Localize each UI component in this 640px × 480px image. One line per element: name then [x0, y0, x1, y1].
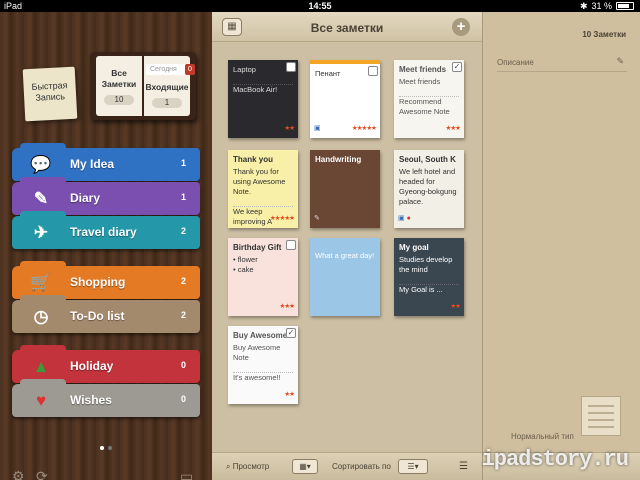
clock-icon: ◷ — [33, 307, 49, 326]
handwriting-icon: ✎ — [314, 215, 320, 222]
map-pin-icon: ▣ ● — [398, 215, 411, 222]
notes-panel: ▦ Все заметки + Laptop MacBook Air! ★★ П… — [212, 12, 482, 480]
all-notes-book[interactable]: Все Заметки 10 Входящие 1 Сегодня 0 — [90, 52, 196, 120]
notes-count: 10 Заметки — [582, 30, 626, 39]
attachment-icon: ▣ — [314, 125, 321, 132]
page-title: Все заметки — [310, 21, 384, 35]
notes-toolbar: ⌕ Просмотр ▦▾ Сортировать по ☰▾ ☰ — [212, 452, 482, 480]
sort-icon: ☰▾ — [407, 462, 419, 471]
rating-stars: ★★ — [450, 303, 461, 310]
note-card-pennant[interactable]: Пенант ▣ ★★★★★ — [310, 60, 380, 138]
note-card-handwriting[interactable]: Handwriting ✎ — [310, 150, 380, 228]
rating-stars: ★★★ — [445, 125, 462, 132]
view-mode-button[interactable]: ▦▾ — [292, 459, 318, 474]
note-card-birthday-gift[interactable]: Birthday Gift • flower • cake ★★★ — [228, 238, 298, 316]
battery-icon — [616, 2, 634, 10]
note-type-thumbnail[interactable] — [581, 396, 621, 436]
rating-stars: ★★★★★ — [269, 215, 295, 222]
inbox-count: 1 — [152, 98, 182, 108]
checkbox-checked[interactable]: ✓ — [452, 62, 462, 72]
note-card-meet-friends[interactable]: ✓ Meet friends Meet friends Recommend Aw… — [394, 60, 464, 138]
note-card-seoul[interactable]: Seoul, South K We left hotel and headed … — [394, 150, 464, 228]
checkbox[interactable] — [286, 240, 296, 250]
pen-icon: ✎ — [33, 189, 49, 208]
folder-icon[interactable]: ▭ — [180, 468, 193, 480]
tree-icon: ▲ — [32, 357, 50, 376]
sort-button[interactable]: ☰▾ — [398, 459, 428, 474]
note-card-great-day[interactable]: What a great day! — [310, 238, 380, 316]
folder-todo-list[interactable]: ◷ To-Do list 2 — [12, 295, 200, 333]
rating-stars: ★★ — [284, 125, 295, 132]
note-card-buy-awesome[interactable]: ✓ Buy Awesome Buy Awesome Note It's awes… — [228, 326, 298, 404]
sort-label: Сортировать по — [332, 462, 391, 471]
sync-icon[interactable]: ⟳ — [36, 468, 48, 480]
list-view-icon[interactable]: ☰ — [459, 461, 468, 472]
grid-icon: ▦▾ — [299, 462, 311, 471]
rating-stars: ★★★★★ — [351, 125, 377, 132]
rating-stars: ★★★ — [279, 303, 296, 310]
checkbox-checked[interactable]: ✓ — [286, 328, 296, 338]
cart-icon: 🛒 — [30, 273, 52, 292]
search-icon: ⌕ — [226, 462, 231, 471]
all-notes-count: 10 — [104, 95, 134, 105]
today-tab[interactable]: Сегодня — [146, 64, 190, 75]
airplane-icon: ✈ — [33, 223, 49, 242]
watermark: ipadstory.ru — [481, 447, 629, 472]
pencil-icon[interactable]: ✎ — [616, 56, 624, 67]
speech-bubble-icon: 💬 — [30, 155, 52, 174]
note-type-label: Нормальный тип — [511, 432, 574, 441]
description-field[interactable]: Описание — [497, 58, 627, 72]
add-note-button[interactable]: + — [452, 18, 470, 36]
bluetooth-icon: ✱ — [579, 1, 588, 11]
rating-stars: ★★ — [284, 391, 295, 398]
today-count: 0 — [185, 64, 195, 75]
note-card-thank-you[interactable]: Thank you Thank you for using Awesome No… — [228, 150, 298, 228]
note-card-my-goal[interactable]: My goal Studies develop the mind My Goal… — [394, 238, 464, 316]
checkbox[interactable] — [368, 66, 378, 76]
page-indicator — [100, 446, 112, 450]
folder-travel-diary[interactable]: ✈ Travel diary 2 — [12, 211, 200, 249]
all-notes-page[interactable]: Все Заметки 10 — [96, 56, 142, 116]
clock: 14:55 — [308, 1, 332, 11]
status-bar: iPad 14:55 ✱ 31 % — [0, 0, 640, 12]
stocking-icon: ♥ — [35, 391, 47, 410]
search-button[interactable]: ⌕ Просмотр — [226, 462, 269, 472]
battery-percent: 31 % — [591, 1, 612, 11]
notes-header: ▦ Все заметки + — [212, 12, 482, 42]
gear-icon[interactable]: ⚙ — [12, 468, 25, 480]
folder-sidebar: Быстрая Запись Все Заметки 10 Входящие 1… — [0, 12, 212, 480]
detail-panel: 10 Заметки Описание ✎ Нормальный тип — [482, 12, 640, 480]
checkbox[interactable] — [286, 62, 296, 72]
folder-wishes[interactable]: ♥ Wishes 0 — [12, 379, 200, 417]
note-card-laptop[interactable]: Laptop MacBook Air! ★★ — [228, 60, 298, 138]
quick-note-button[interactable]: Быстрая Запись — [22, 66, 78, 122]
